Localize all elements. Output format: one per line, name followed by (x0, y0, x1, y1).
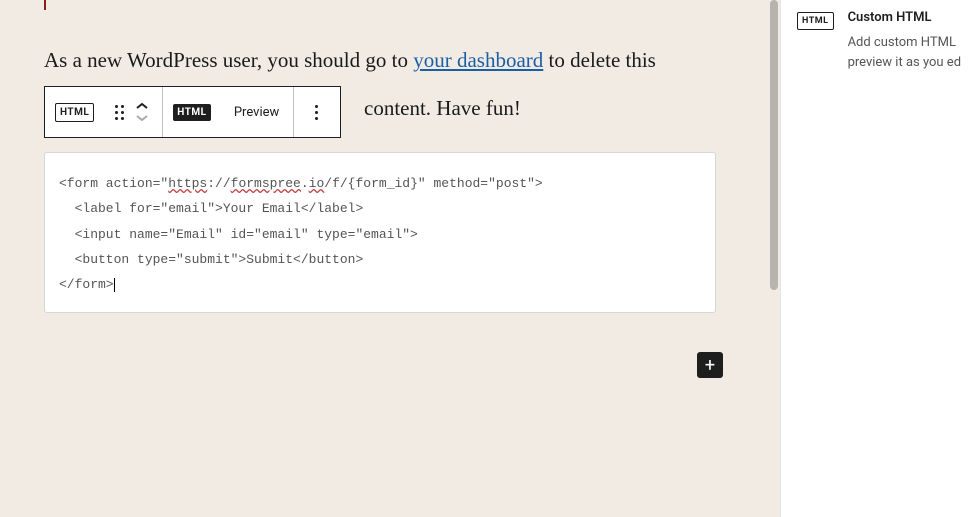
block-toolbar: HTML HTML Preview (44, 86, 341, 138)
code-line: <form action="https://formspree.io/f/{fo… (59, 176, 543, 191)
chevron-up-icon[interactable] (135, 101, 149, 111)
code-line: </form> (59, 277, 114, 292)
preview-tab[interactable]: Preview (221, 87, 293, 137)
editor-canvas[interactable]: As a new WordPress user, you should go t… (0, 0, 780, 517)
block-type-button[interactable]: HTML (45, 87, 104, 137)
dashboard-link[interactable]: your dashboard (413, 48, 543, 72)
html-tab[interactable]: HTML (163, 87, 220, 137)
paragraph-block[interactable]: As a new WordPress user, you should go t… (44, 42, 724, 80)
drag-icon (115, 105, 124, 120)
code-line: <button type="submit">Submit</button> (59, 252, 363, 267)
html-tab-label: HTML (173, 104, 210, 121)
scrollbar-thumb[interactable] (770, 0, 778, 290)
paragraph-text-line2: content. Have fun! (364, 90, 521, 128)
code-line: <input name="Email" id="email" type="ema… (59, 227, 418, 242)
custom-html-textarea[interactable]: <form action="https://formspree.io/f/{fo… (44, 152, 716, 313)
html-icon: HTML (797, 12, 834, 30)
more-vertical-icon (315, 105, 318, 120)
add-block-button[interactable]: + (697, 352, 723, 378)
block-movers (134, 87, 162, 137)
toolbar-group-more (294, 87, 340, 137)
block-description: Add custom HTML preview it as you ed (848, 33, 961, 72)
paragraph-text: to delete this (543, 48, 656, 72)
preview-tab-label: Preview (234, 105, 279, 120)
plus-icon: + (705, 355, 715, 376)
drag-handle[interactable] (104, 87, 134, 137)
paragraph-text: As a new WordPress user, you should go t… (44, 48, 413, 72)
text-cursor-mark (44, 0, 46, 10)
toolbar-group-view: HTML Preview (163, 87, 293, 137)
toolbar-group-block: HTML (45, 87, 163, 137)
scrollbar[interactable] (768, 0, 780, 517)
chevron-down-icon[interactable] (135, 113, 149, 123)
block-title: Custom HTML (848, 10, 961, 25)
text-caret (114, 278, 115, 292)
html-icon: HTML (55, 103, 94, 122)
settings-sidebar: HTML Custom HTML Add custom HTML preview… (780, 0, 973, 517)
block-card: HTML Custom HTML Add custom HTML preview… (797, 10, 973, 72)
code-line: <label for="email">Your Email</label> (59, 201, 363, 216)
more-options-button[interactable] (294, 87, 340, 137)
